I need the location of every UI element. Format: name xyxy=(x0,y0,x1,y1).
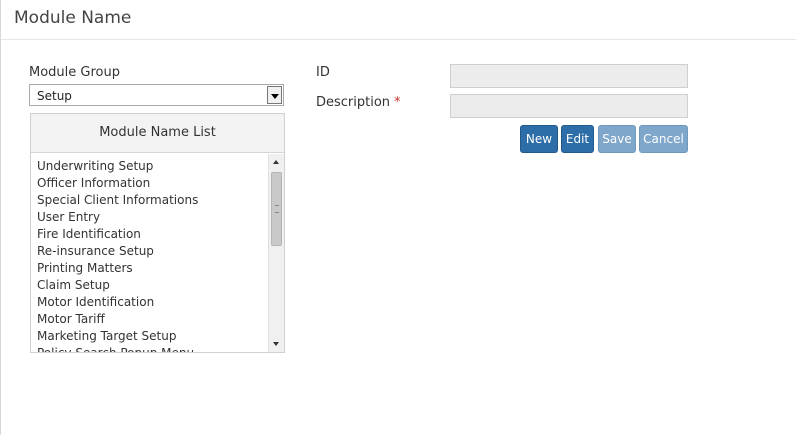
required-asterisk: * xyxy=(394,95,401,110)
module-name-list[interactable]: Underwriting Setup Officer Information Spe… xyxy=(31,154,268,352)
list-item[interactable]: Special Client Informations xyxy=(31,192,268,209)
list-item[interactable]: Claim Setup xyxy=(31,277,268,294)
cancel-button[interactable]: Cancel xyxy=(639,125,688,153)
title-divider xyxy=(1,39,796,40)
module-name-list-panel: Module Name List Underwriting Setup Offic… xyxy=(30,113,285,353)
list-item[interactable]: Printing Matters xyxy=(31,260,268,277)
page-title: Module Name xyxy=(14,8,132,28)
module-group-selected-value: Setup xyxy=(37,89,72,103)
list-item[interactable]: User Entry xyxy=(31,209,268,226)
list-item[interactable]: Policy Search Popup Menu xyxy=(31,345,268,352)
list-scrollbar[interactable] xyxy=(268,154,284,352)
list-item[interactable]: Marketing Target Setup xyxy=(31,328,268,345)
id-label: ID xyxy=(316,65,330,80)
description-input[interactable] xyxy=(450,94,688,118)
new-button[interactable]: New xyxy=(520,125,558,153)
description-label: Description xyxy=(316,95,391,110)
page-left-border xyxy=(0,0,1,435)
module-name-list-header: Module Name List xyxy=(31,114,284,153)
module-group-select[interactable]: Setup xyxy=(29,84,284,106)
scroll-up-arrow-icon[interactable] xyxy=(269,154,285,170)
list-item[interactable]: Re-insurance Setup xyxy=(31,243,268,260)
list-item[interactable]: Fire Identification xyxy=(31,226,268,243)
list-item[interactable]: Underwriting Setup xyxy=(31,158,268,175)
list-item[interactable]: Motor Tariff xyxy=(31,311,268,328)
id-input[interactable] xyxy=(450,64,688,88)
list-item[interactable]: Motor Identification xyxy=(31,294,268,311)
chevron-down-icon[interactable] xyxy=(267,86,282,104)
module-group-label: Module Group xyxy=(29,65,120,80)
scroll-thumb[interactable] xyxy=(271,172,282,246)
description-label-wrap: Description * xyxy=(316,95,401,110)
scroll-down-arrow-icon[interactable] xyxy=(269,336,285,352)
edit-button[interactable]: Edit xyxy=(561,125,594,153)
save-button[interactable]: Save xyxy=(598,125,636,153)
list-item[interactable]: Officer Information xyxy=(31,175,268,192)
